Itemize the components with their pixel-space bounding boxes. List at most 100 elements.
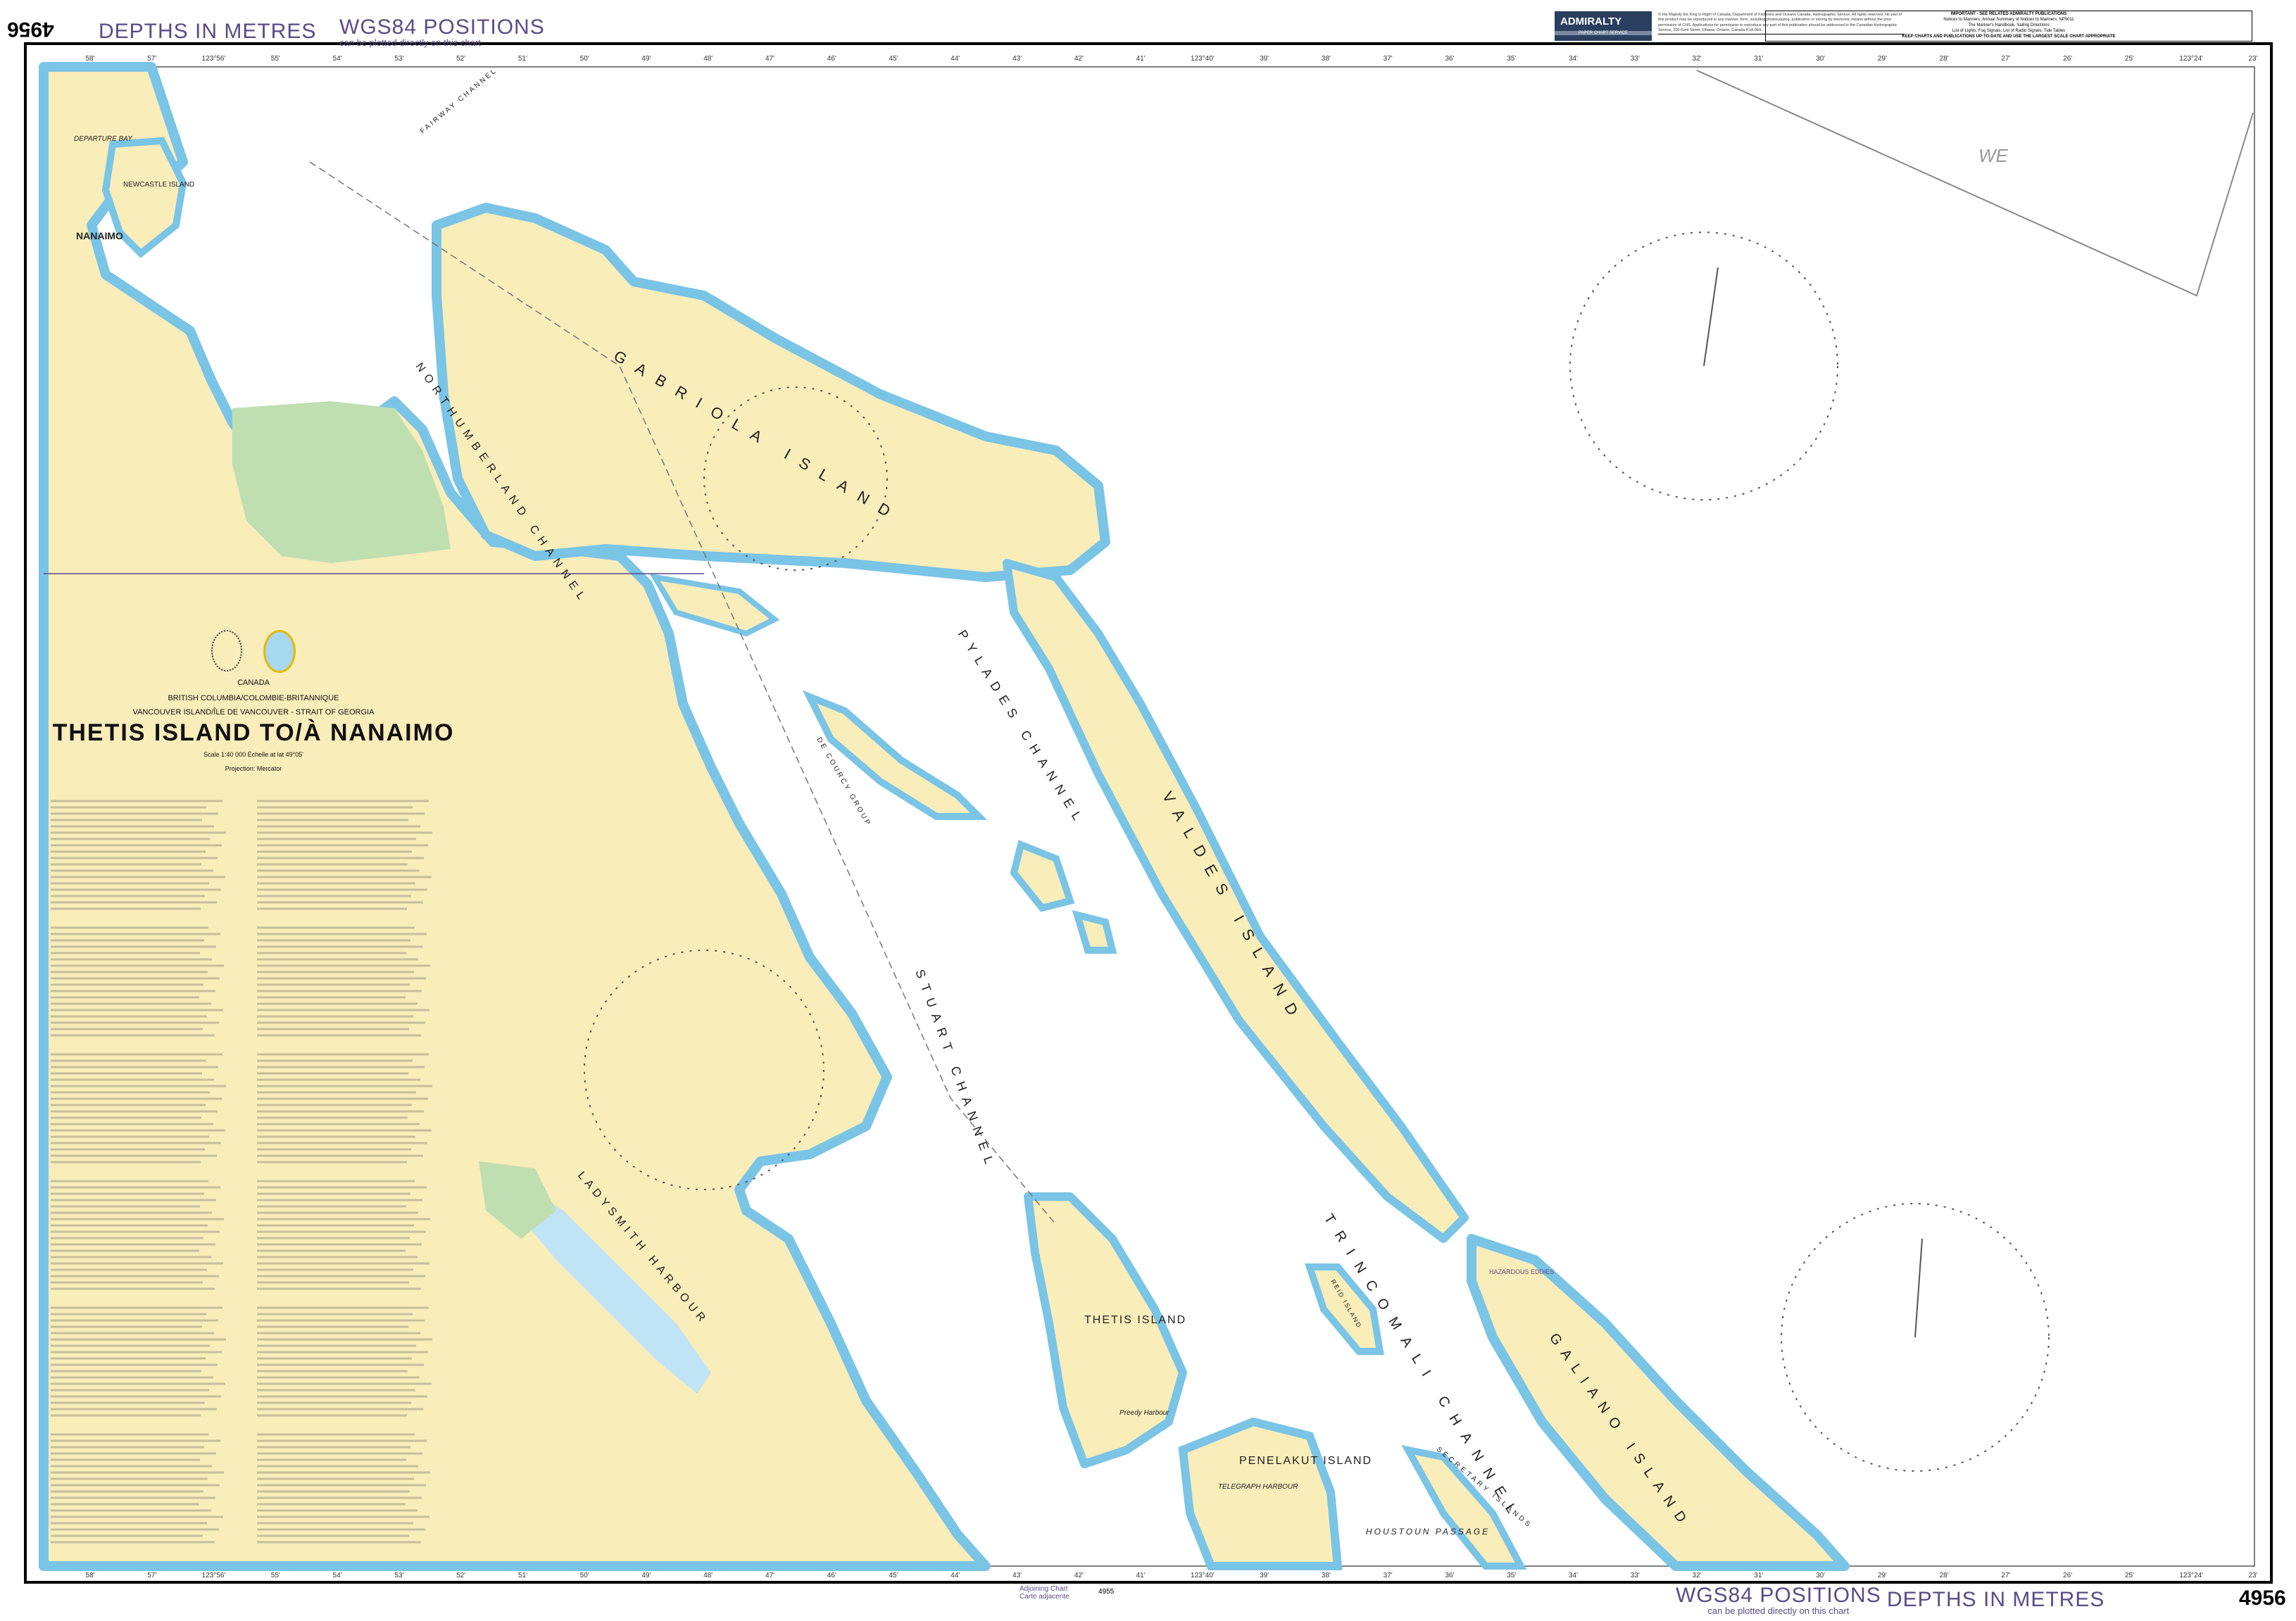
bottom-tick-label: 32' [1693, 1572, 1702, 1579]
top-tick-label: 123°24' [2179, 55, 2203, 63]
title-block: CANADA BRITISH COLUMBIA/COLOMBIE-BRITANN… [49, 630, 458, 772]
label-hazard: HAZARDOUS EDDIES [1489, 1268, 1555, 1275]
wgs84-subtitle: can be plotted directly on this chart [339, 38, 545, 47]
bottom-tick-label: 28' [1940, 1572, 1949, 1579]
crests [49, 630, 458, 673]
chart-number: 4956 [2239, 1587, 2286, 1610]
bottom-tick-label: 46' [827, 1572, 836, 1579]
important-line-2: The Mariner's Handbook, Sailing Directio… [1766, 23, 2252, 28]
bottom-tick-label: 50' [580, 1572, 589, 1579]
bottom-tick-label: 48' [703, 1572, 713, 1579]
top-tick-label: 35' [1507, 55, 1516, 63]
label-we: WE [1978, 145, 2009, 166]
top-tick-label: 38' [1322, 55, 1331, 63]
adjoining-chart-number[interactable]: 4955 [1098, 1588, 1114, 1596]
adjoining-label-fr: Carte adjacente [1020, 1593, 1069, 1601]
bottom-tick-label: 57' [147, 1572, 156, 1579]
top-tick-label: 52' [456, 55, 465, 63]
important-line-4: KEEP CHARTS AND PUBLICATIONS UP-TO-DATE … [1766, 34, 2252, 39]
bottom-tick-label: 55' [271, 1572, 280, 1579]
label-penelakut: PENELAKUT ISLAND [1239, 1455, 1372, 1467]
top-tick-label: 39' [1260, 55, 1269, 63]
bottom-tick-label: 41' [1136, 1572, 1146, 1579]
wgs84-title-bottom: WGS84 POSITIONS [1676, 1585, 1881, 1606]
top-tick-label: 49' [641, 55, 651, 63]
top-tick-label: 37' [1384, 55, 1393, 63]
bottom-tick-label: 37' [1384, 1572, 1393, 1579]
top-tick-label: 26' [2063, 55, 2072, 63]
bottom-tick-label: 38' [1322, 1572, 1331, 1579]
bottom-tick-label: 33' [1631, 1572, 1640, 1579]
top-tick-label: 44' [951, 55, 960, 63]
label-telegraph: TELEGRAPH HARBOUR [1218, 1483, 1298, 1491]
top-tick-label: 48' [703, 55, 713, 63]
top-tick-label: 27' [2001, 55, 2010, 63]
top-tick-label: 47' [765, 55, 774, 63]
bottom-tick-label: 30' [1816, 1572, 1825, 1579]
bottom-tick-label: 58' [85, 1572, 94, 1579]
top-tick-label: 54' [333, 55, 342, 63]
bottom-tick-label: 26' [2063, 1572, 2072, 1579]
region: VANCOUVER ISLAND/ÎLE DE VANCOUVER - STRA… [49, 708, 458, 717]
top-tick-label: 123°56' [202, 55, 226, 63]
projection: Projection: Mercator [49, 765, 458, 772]
bottom-tick-label: 43' [1012, 1572, 1022, 1579]
important-title: IMPORTANT - SEE RELATED ADMIRALTY PUBLIC… [1766, 11, 2252, 17]
top-tick-label: 28' [1940, 55, 1949, 63]
admiralty-service: PAPER CHART SERVICE [1555, 31, 1652, 35]
top-tick-label: 58' [85, 55, 94, 63]
important-box: IMPORTANT - SEE RELATED ADMIRALTY PUBLIC… [1765, 11, 2252, 42]
bottom-tick-label: 45' [889, 1572, 898, 1579]
label-preedy: Preedy Harbour [1119, 1409, 1169, 1417]
top-tick-label: 25' [2125, 55, 2134, 63]
top-tick-label: 34' [1569, 55, 1578, 63]
wgs84-subtitle-bottom: can be plotted directly on this chart [1676, 1606, 1881, 1615]
admiralty-brand: ADMIRALTY [1555, 11, 1652, 27]
top-tick-label: 30' [1816, 55, 1825, 63]
top-tick-label: 42' [1074, 55, 1084, 63]
top-tick-label: 51' [518, 55, 527, 63]
bottom-tick-label: 47' [765, 1572, 774, 1579]
top-tick-label: 46' [827, 55, 836, 63]
adjoining-label: Adjoining Chart [1020, 1585, 1069, 1593]
important-line-1: Notices to Mariners, Annual Summary of N… [1766, 17, 2252, 23]
top-tick-label: 31' [1754, 55, 1763, 63]
bottom-tick-label: 49' [641, 1572, 651, 1579]
top-tick-label: 32' [1693, 55, 1702, 63]
bottom-tick-label: 23' [2248, 1572, 2257, 1579]
bottom-tick-label: 51' [518, 1572, 527, 1579]
wgs84-title: WGS84 POSITIONS [339, 17, 545, 38]
top-tick-label: 123°40' [1191, 55, 1215, 63]
bottom-tick-label: 123°56' [202, 1572, 226, 1579]
top-tick-label: 33' [1631, 55, 1640, 63]
bottom-tick-label: 52' [456, 1572, 465, 1579]
bottom-tick-label: 39' [1260, 1572, 1269, 1579]
adjoining-chart[interactable]: Adjoining Chart Carte adjacente [1020, 1585, 1069, 1601]
bottom-tick-label: 25' [2125, 1572, 2134, 1579]
bottom-tick-label: 123°40' [1191, 1572, 1215, 1579]
label-newcastle: NEWCASTLE ISLAND [123, 181, 194, 189]
nautical-chart[interactable]: 58' 57' 123°56' 55' 54' 53' 52' 51' 50' 49' 48' 47'… [0, 0, 2296, 1621]
top-tick-label: 29' [1878, 55, 1887, 63]
bottom-tick-label: 123°24' [2179, 1572, 2203, 1579]
bottom-tick-label: 27' [2001, 1572, 2010, 1579]
label-houstoun: HOUSTOUN PASSAGE [1366, 1527, 1490, 1537]
uk-hydrographic-crest-icon [211, 630, 242, 671]
bottom-tick-label: 36' [1445, 1572, 1454, 1579]
important-line-3: List of Lights, Fog Signals, List of Rad… [1766, 28, 2252, 34]
bottom-tick-label: 29' [1878, 1572, 1887, 1579]
top-tick-label: 23' [2248, 55, 2257, 63]
label-departure: DEPARTURE BAY [74, 135, 133, 143]
bottom-tick-label: 53' [394, 1572, 403, 1579]
province: BRITISH COLUMBIA/COLOMBIE-BRITANNIQUE [49, 694, 458, 702]
chs-crest-icon [263, 630, 296, 673]
scale: Scale 1:40 000 Échelle at lat 49°05' [49, 751, 458, 758]
penelakut-island [1183, 1422, 1338, 1566]
wgs84-top: WGS84 POSITIONS can be plotted directly … [339, 17, 545, 47]
bottom-tick-label: 35' [1507, 1572, 1516, 1579]
bottom-tick-label: 44' [951, 1572, 960, 1579]
top-tick-label: 57' [147, 55, 156, 63]
depths-in-metres-bottom: DEPTHS IN METRES [1887, 1588, 2104, 1612]
top-tick-label: 53' [394, 55, 403, 63]
admiralty-logo: ADMIRALTY PAPER CHART SERVICE [1555, 11, 1652, 41]
